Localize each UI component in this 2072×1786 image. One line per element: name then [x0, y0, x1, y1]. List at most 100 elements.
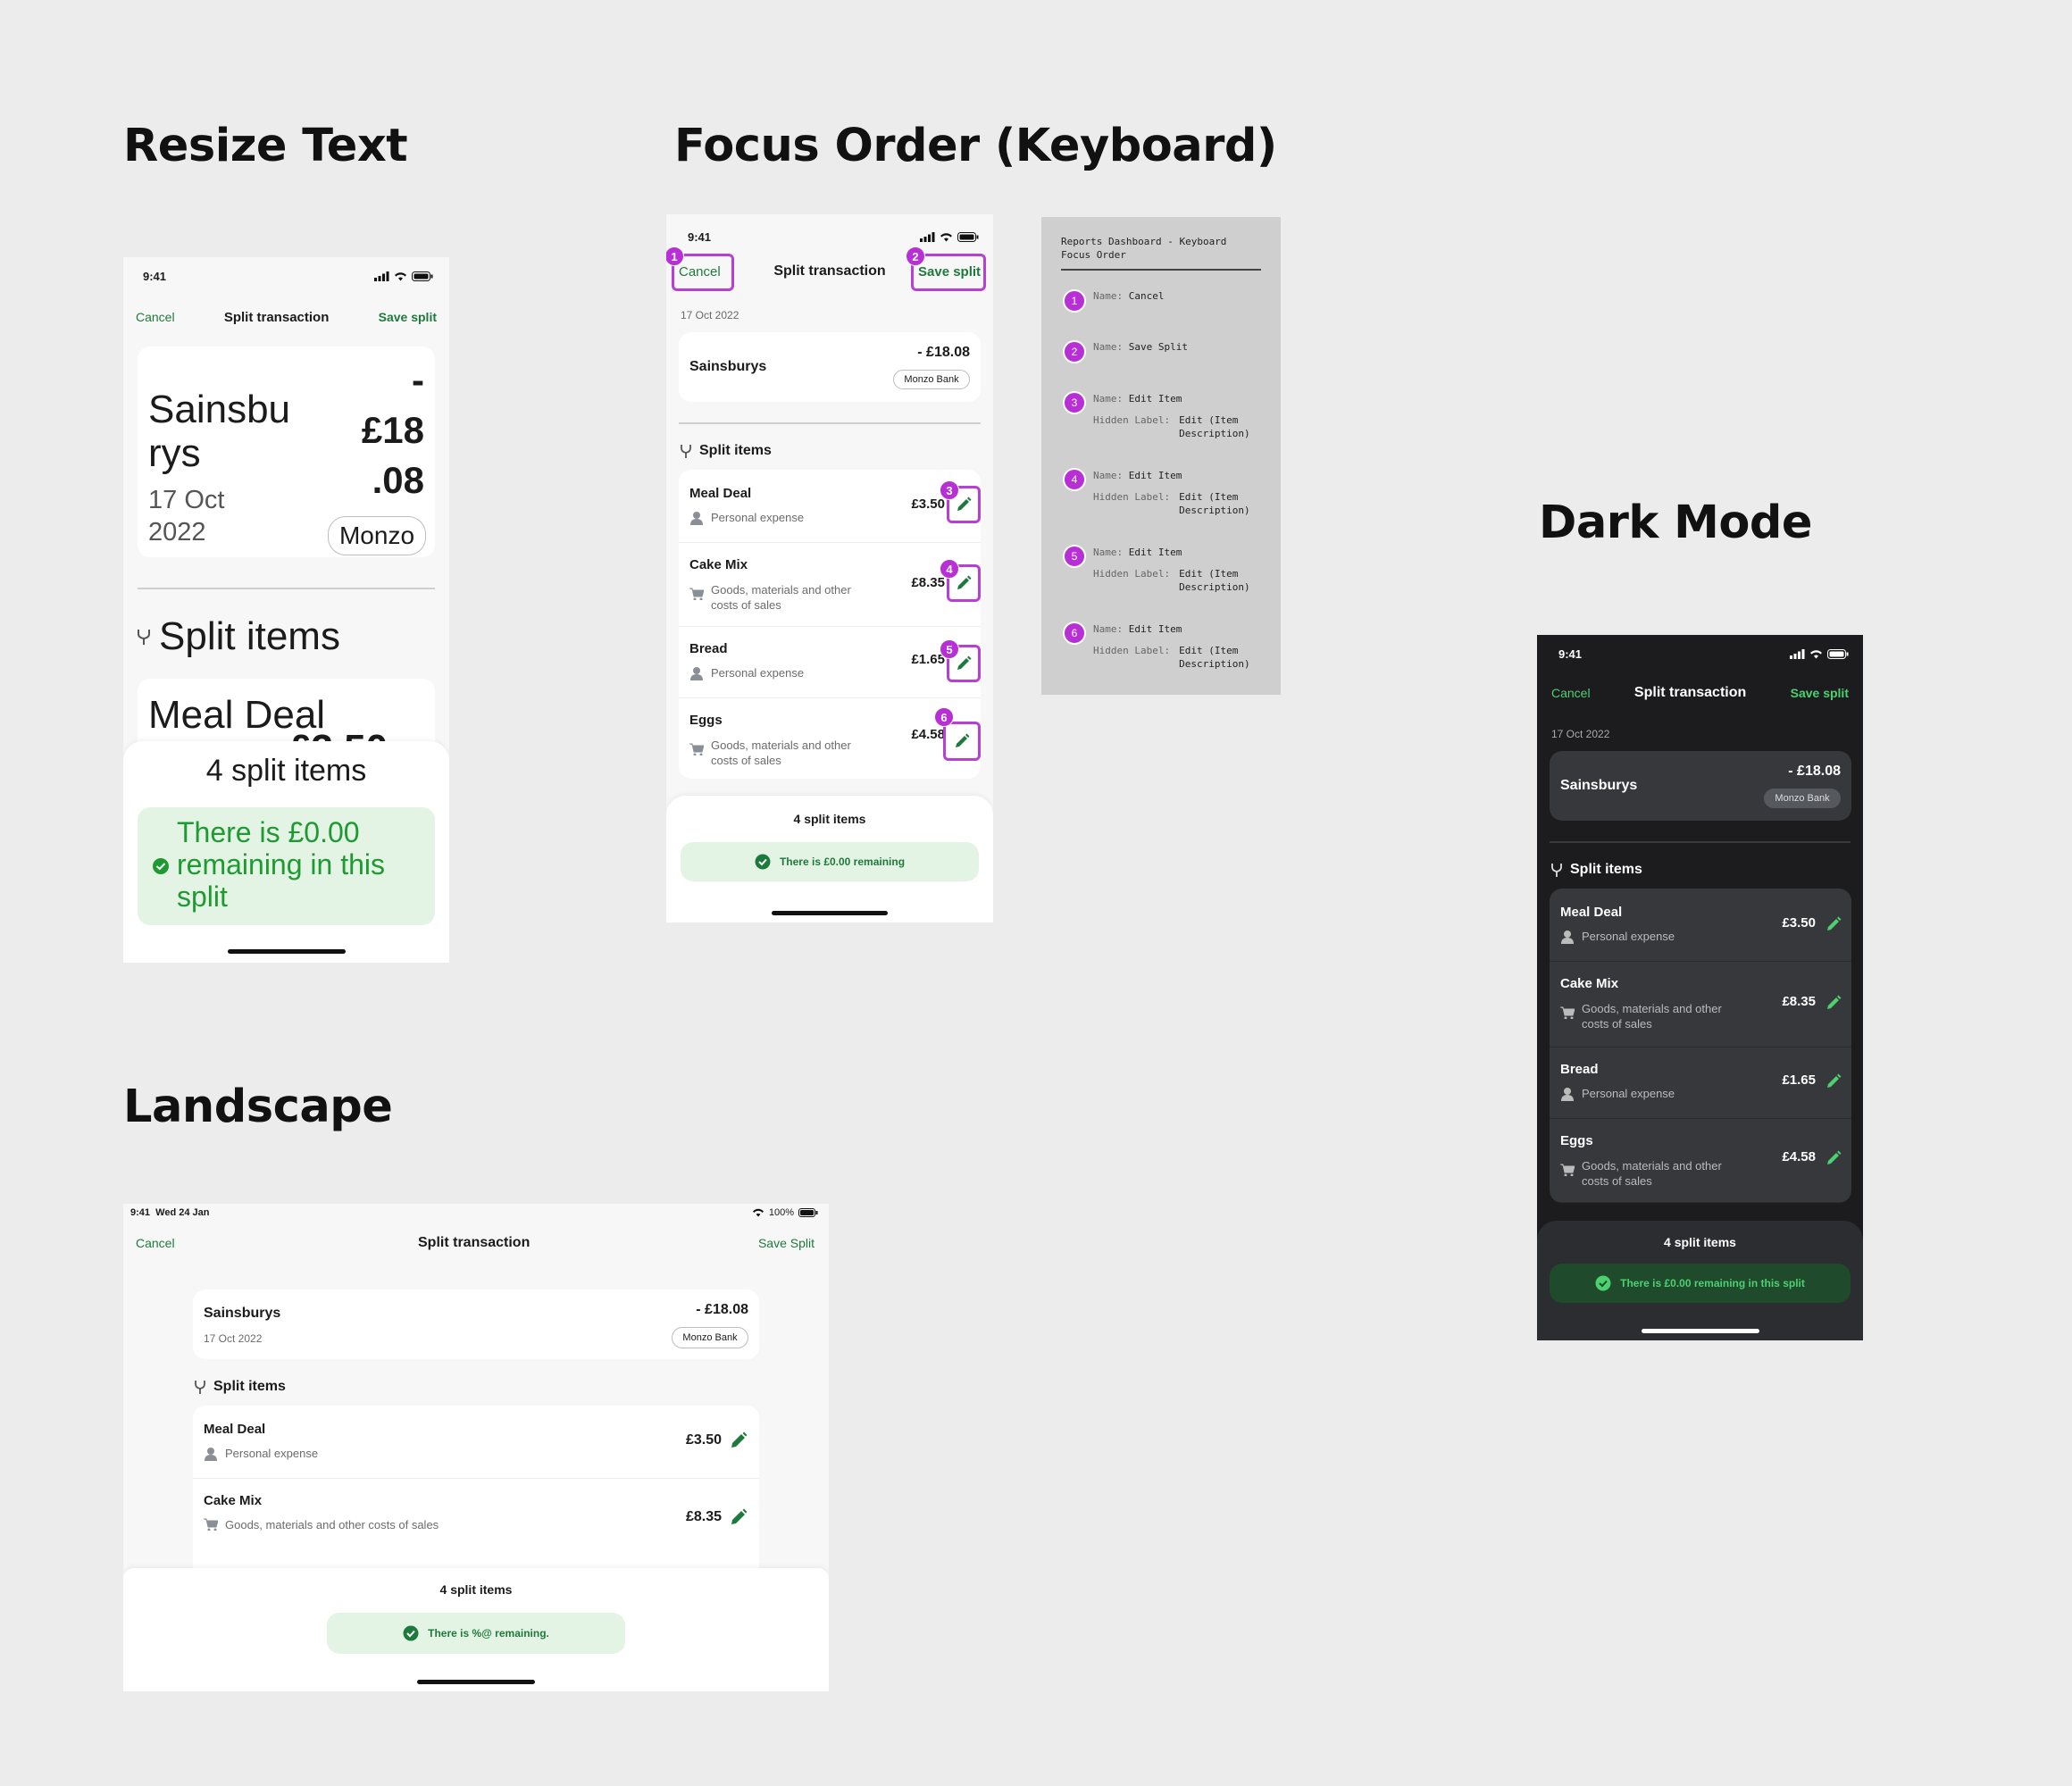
transaction-card[interactable]: Sainsburys 17 Oct 2022 - £18.08 Monzo Ba… — [193, 1289, 759, 1359]
split-item-row[interactable]: Eggs Goods, materials and other costs of … — [1550, 1119, 1851, 1203]
transaction-amount: - £18.08 — [361, 359, 424, 501]
edit-pencil-icon — [956, 733, 970, 747]
section-title-dark: Dark Mode — [1539, 497, 1812, 549]
focus-entry-4: Name: Edit Item Hidden Label: Edit (Item D… — [1093, 470, 1250, 516]
save-split-button[interactable]: Save split — [918, 264, 981, 280]
person-icon — [690, 667, 703, 680]
split-item-row[interactable]: Meal Deal Personal expense £3.50 — [1550, 889, 1851, 962]
split-item-row[interactable]: Meal Deal Personal expense £3.50 — [193, 1406, 759, 1479]
edit-pencil-icon — [957, 575, 972, 589]
remaining-banner: There is £0.00 remaining — [681, 842, 979, 881]
edit-pencil-icon — [1827, 1150, 1842, 1164]
focus-entry-2: Name: Save Split — [1093, 341, 1188, 353]
person-icon — [1561, 1088, 1574, 1101]
check-circle-icon — [1595, 1275, 1611, 1291]
split-items-list: Meal Deal Personal expense £3.50 Cake Mi… — [679, 470, 981, 779]
status-time: 9:41 — [130, 1207, 151, 1218]
resize-text-phone: 9:41 Cancel Split transaction Save split… — [123, 257, 449, 963]
cart-icon — [689, 743, 704, 755]
edit-pencil-icon — [957, 655, 972, 670]
battery-icon — [957, 232, 979, 242]
split-item-row[interactable]: Cake Mix Goods, materials and other costs… — [679, 543, 981, 627]
split-count: 4 split items — [793, 812, 866, 826]
battery-icon — [798, 1208, 818, 1217]
remaining-banner: There is £0.00 remaining in this split — [1550, 1264, 1851, 1303]
split-item-row[interactable]: Cake Mix Goods, materials and other costs… — [1550, 962, 1851, 1047]
battery-icon — [412, 271, 433, 281]
split-count: 4 split items — [439, 1582, 513, 1597]
dark-mode-phone: 9:41 Cancel Split transaction Save split… — [1537, 635, 1863, 1340]
summary-sheet: 4 split items There is %@ remaining. — [123, 1568, 829, 1691]
split-item-row[interactable]: Meal Deal Personal expense £3.50 — [679, 470, 981, 543]
split-items-heading: Split items — [193, 1379, 286, 1395]
wifi-icon — [395, 272, 406, 281]
cart-icon — [1560, 1006, 1575, 1019]
summary-sheet: 4 split items There is £0.00 remaining in… — [123, 741, 449, 963]
section-title-focus: Focus Order (Keyboard) — [674, 120, 1277, 172]
save-split-button[interactable]: Save split — [1791, 686, 1849, 700]
cancel-button[interactable]: Cancel — [136, 310, 175, 324]
focus-entry-1: Name: Cancel — [1093, 290, 1165, 302]
summary-sheet: 4 split items There is £0.00 remaining i… — [1537, 1221, 1863, 1340]
split-items-heading: Split items — [136, 614, 340, 659]
split-item-row[interactable]: Cake Mix Goods, materials and other cost… — [193, 1479, 759, 1550]
edit-pencil-icon — [731, 1508, 748, 1524]
split-item-row[interactable]: Bread Personal expense £1.65 — [1550, 1047, 1851, 1119]
status-time: 9:41 — [143, 270, 167, 283]
check-circle-icon — [153, 858, 169, 874]
wifi-icon — [940, 233, 952, 242]
check-circle-icon — [403, 1625, 419, 1641]
transaction-card[interactable]: Sainsburys - £18.08 Monzo Bank — [679, 332, 981, 402]
save-split-button[interactable]: Save Split — [758, 1236, 815, 1250]
cancel-button[interactable]: Cancel — [1551, 686, 1591, 700]
summary-sheet: 4 split items There is £0.00 remaining — [666, 796, 993, 922]
landscape-phone: 9:41 Wed 24 Jan 100% Cancel Split transa… — [123, 1204, 829, 1691]
person-icon — [1561, 931, 1574, 944]
focus-entry-5: Name: Edit Item Hidden Label: Edit (Item D… — [1093, 547, 1250, 593]
wifi-icon — [1810, 650, 1822, 659]
edit-pencil-icon — [957, 497, 972, 511]
signal-icon — [1790, 649, 1805, 659]
remaining-banner: There is £0.00 remaining in this split — [138, 807, 435, 925]
section-title-resize: Resize Text — [123, 120, 408, 172]
focus-entry-6: Name: Edit Item Hidden Label: Edit (Item D… — [1093, 623, 1250, 670]
panel-title: Reports Dashboard - Keyboard Focus Order — [1061, 236, 1227, 261]
transaction-card[interactable]: Sainsburys - £18.08 Monzo Bank — [1550, 751, 1851, 821]
split-icon — [1551, 864, 1562, 877]
save-split-button[interactable]: Save split — [379, 310, 437, 324]
transaction-date: 17 Oct 2022 — [148, 486, 225, 547]
split-count: 4 split items — [1664, 1235, 1736, 1249]
focus-entry-3: Name: Edit Item Hidden Label: Edit (Item D… — [1093, 393, 1250, 439]
split-items-heading: Split items — [1550, 862, 1642, 878]
status-date: Wed 24 Jan — [155, 1207, 210, 1218]
focus-order-panel: Reports Dashboard - Keyboard Focus Order … — [1041, 217, 1281, 695]
nav-title: Split transaction — [1633, 685, 1747, 700]
merchant-name: Sainsbu rys — [148, 388, 291, 475]
edit-pencil-icon — [1827, 916, 1842, 931]
signal-icon — [374, 271, 389, 281]
split-icon — [681, 445, 691, 458]
split-icon — [138, 630, 150, 645]
person-icon — [205, 1448, 217, 1461]
edit-pencil-icon — [1827, 1073, 1842, 1088]
split-items-heading: Split items — [679, 443, 772, 459]
bank-pill: Monzo — [328, 516, 426, 555]
wifi-icon — [752, 1208, 764, 1217]
split-items-list: Meal Deal Personal expense £3.50 Cake Mi… — [193, 1406, 759, 1584]
transaction-card[interactable]: Sainsbu rys 17 Oct 2022 - £18.08 Monzo — [138, 346, 435, 557]
edit-pencil-icon — [1827, 995, 1842, 1009]
signal-icon — [920, 232, 935, 242]
status-icons — [374, 271, 433, 281]
split-items-list: Meal Deal Personal expense £3.50 Cake Mi… — [1550, 889, 1851, 1203]
transaction-date: 17 Oct 2022 — [681, 309, 739, 321]
focus-order-phone: 9:41 1 Cancel Split transaction 2 Save s… — [666, 214, 993, 922]
split-item-row[interactable]: Bread Personal expense £1.65 — [679, 627, 981, 698]
remaining-banner: There is %@ remaining. — [327, 1613, 625, 1654]
transaction-date: 17 Oct 2022 — [1551, 728, 1610, 740]
cart-icon — [1560, 1164, 1575, 1176]
cancel-button[interactable]: Cancel — [136, 1236, 175, 1250]
edit-pencil-icon — [731, 1431, 748, 1448]
cart-icon — [204, 1518, 218, 1531]
battery-percent: 100% — [768, 1207, 794, 1218]
nav-title: Split transaction — [418, 1235, 531, 1250]
